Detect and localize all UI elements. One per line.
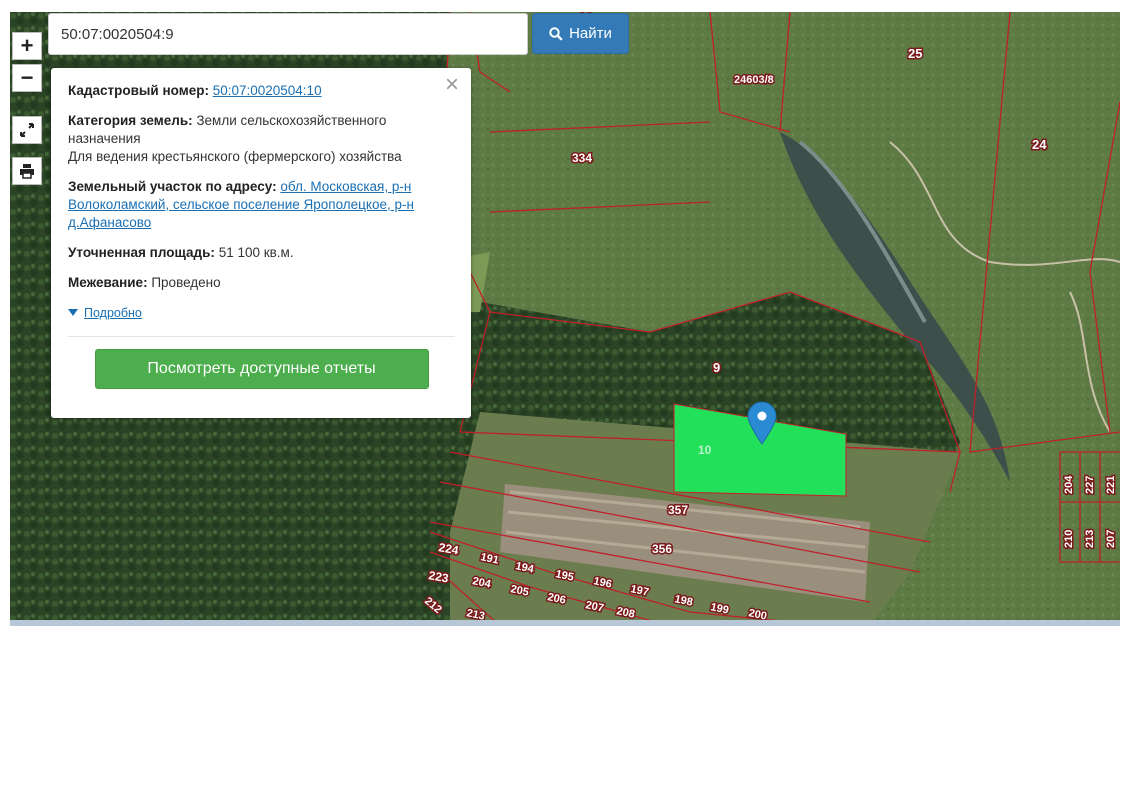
fullscreen-button[interactable] [12,116,42,144]
address-label: Земельный участок по адресу: [68,179,277,194]
details-toggle[interactable]: Подробно [68,304,455,322]
category-label: Категория земель: [68,113,193,128]
category-use: Для ведения крестьянского (фермерского) … [68,149,402,164]
search-input[interactable] [48,13,528,55]
zoom-in-button[interactable]: + [12,32,42,60]
parcel-info-popup: × Кадастровый номер: 50:07:0020504:10 Ка… [51,68,471,418]
view-reports-button[interactable]: Посмотреть доступные отчеты [94,349,429,389]
search-button-label: Найти [569,25,612,42]
divider [68,336,455,337]
details-link[interactable]: Подробно [84,304,142,322]
cadastral-label: Кадастровый номер: [68,83,209,98]
search-icon [549,26,563,41]
survey-value: Проведено [151,275,221,290]
close-icon[interactable]: × [445,73,459,97]
cadastral-number-link[interactable]: 50:07:0020504:10 [213,83,322,98]
printer-icon [20,164,34,179]
expand-icon [20,123,34,137]
zoom-out-button[interactable]: − [12,64,42,92]
search-button[interactable]: Найти [532,13,629,54]
caret-down-icon [68,309,78,316]
print-button[interactable] [12,157,42,185]
taskbar-strip [10,620,1120,626]
area-value: 51 100 кв.м. [218,245,294,260]
area-label: Уточненная площадь: [68,245,215,260]
survey-label: Межевание: [68,275,148,290]
